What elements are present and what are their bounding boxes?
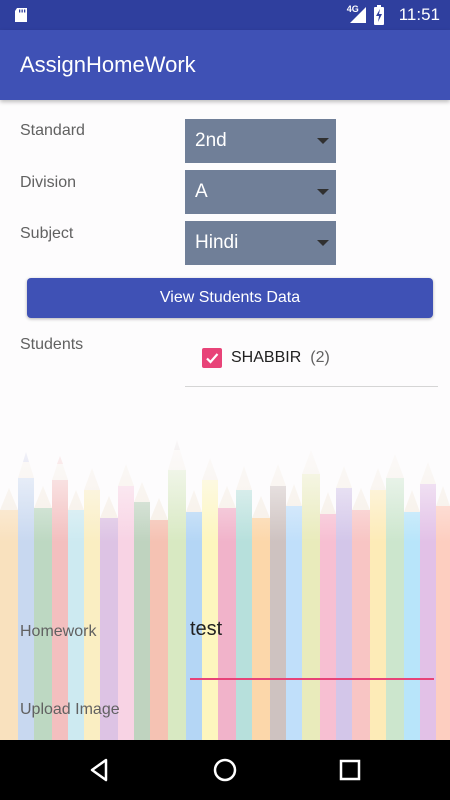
network-type-label: 4G <box>346 4 359 14</box>
subject-label: Subject <box>20 225 74 242</box>
dropdown-arrow-icon <box>317 138 329 144</box>
recents-icon[interactable] <box>335 755 365 785</box>
division-label: Division <box>20 174 77 191</box>
homework-input-value: test <box>190 618 223 640</box>
battery-charging-icon <box>373 5 384 25</box>
homework-input-underline <box>190 678 434 680</box>
student-count: (2) <box>310 349 330 366</box>
students-label: Students <box>20 336 84 353</box>
form-content[interactable]: Standard 2nd Division A Subject Hindi Vi… <box>0 100 450 740</box>
upload-image-label: Upload Image <box>20 701 120 718</box>
status-bar: 4G 11:51 <box>0 0 450 30</box>
homework-label: Homework <box>20 623 97 640</box>
student-checkbox[interactable] <box>202 348 222 368</box>
students-divider <box>185 386 438 387</box>
standard-label: Standard <box>20 122 85 139</box>
subject-value: Hindi <box>195 232 239 253</box>
navigation-bar <box>0 740 450 800</box>
app-bar: AssignHomeWork <box>0 30 450 100</box>
subject-dropdown[interactable]: Hindi <box>185 221 336 265</box>
checkmark-icon <box>206 353 219 364</box>
sd-card-icon <box>15 8 27 22</box>
view-students-data-button[interactable]: View Students Data <box>27 278 433 318</box>
student-list-item[interactable]: SHABBIR (2) <box>202 348 330 368</box>
division-value: A <box>195 181 208 202</box>
division-dropdown[interactable]: A <box>185 170 336 214</box>
dropdown-arrow-icon <box>317 240 329 246</box>
dropdown-arrow-icon <box>317 189 329 195</box>
status-time: 11:51 <box>398 5 440 24</box>
status-icons: 4G 11:51 <box>347 0 440 30</box>
home-icon[interactable] <box>210 755 240 785</box>
standard-value: 2nd <box>195 130 227 151</box>
student-name: SHABBIR <box>231 349 302 366</box>
homework-input[interactable]: test <box>190 615 434 680</box>
back-icon[interactable] <box>85 755 115 785</box>
app-title: AssignHomeWork <box>20 52 196 77</box>
pencils-background-image <box>0 430 450 740</box>
standard-dropdown[interactable]: 2nd <box>185 119 336 163</box>
